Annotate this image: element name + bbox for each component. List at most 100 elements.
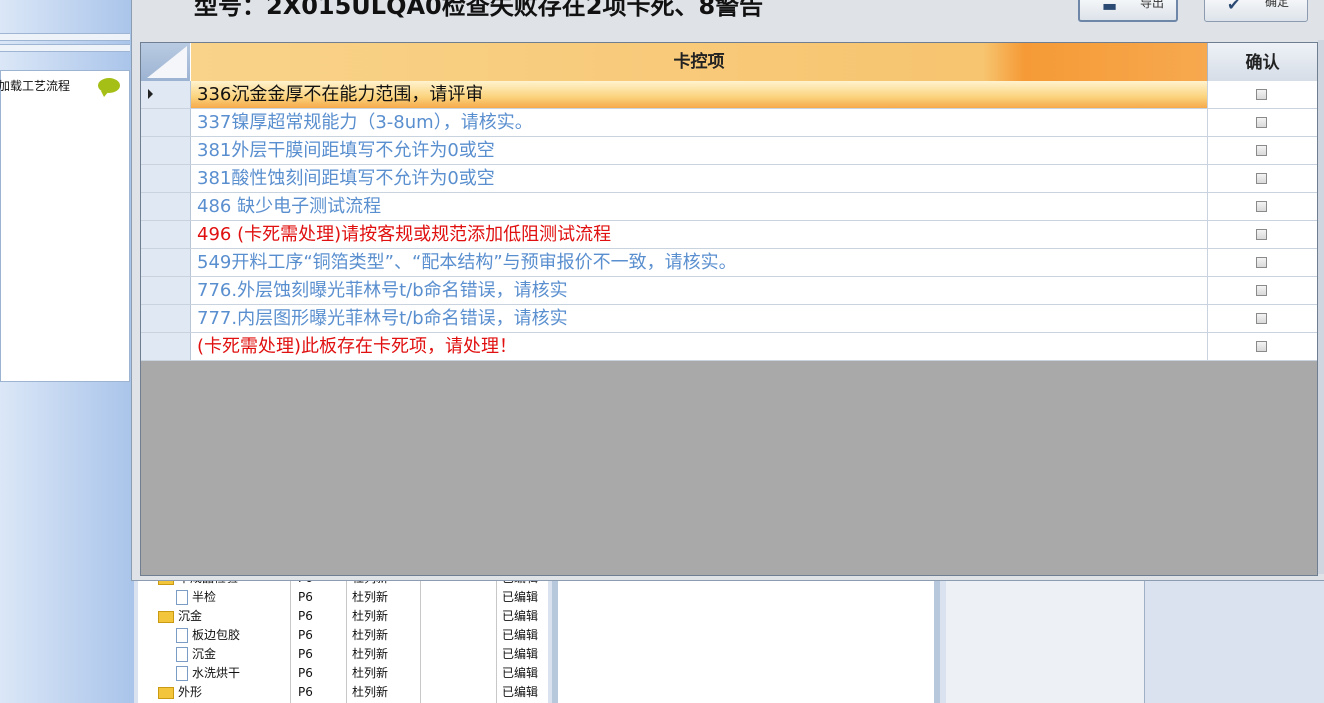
tree-row[interactable]: 水洗烘干 P6 杜列新 已编辑 [138, 664, 548, 683]
tree-status-cell: 已编辑 [502, 628, 539, 642]
confirm-cell [1207, 221, 1317, 248]
tree-node[interactable]: 水洗烘干 [176, 664, 240, 683]
check-item-text[interactable]: 549开料工序“铜箔类型”、“配本结构”与预审报价不一致，请核实。 [197, 249, 737, 276]
confirm-checkbox[interactable] [1256, 285, 1267, 296]
check-item-text[interactable]: 336沉金金厚不在能力范围，请评审 [197, 81, 483, 108]
current-row-arrow-icon [148, 89, 153, 99]
tree-code-cell: P6 [298, 685, 313, 699]
column-divider [420, 578, 421, 703]
tree-node-label: 半检 [192, 590, 217, 604]
tree-code-cell: P6 [298, 609, 313, 623]
column-divider [290, 578, 291, 703]
row-header[interactable] [141, 109, 191, 136]
document-icon [176, 647, 188, 662]
table-row[interactable]: 337镍厚超常规能力（3-8um），请核实。 [141, 109, 1317, 137]
table-row[interactable]: 381外层干膜间距填写不允许为0或空 [141, 137, 1317, 165]
table-row[interactable]: 336沉金金厚不在能力范围，请评审 [141, 81, 1317, 109]
comment-bubble-icon[interactable] [98, 78, 120, 97]
table-row[interactable]: 777.内层图形曝光菲林号t/b命名错误，请核实 [141, 305, 1317, 333]
ok-button[interactable]: ✔ 确定 [1204, 0, 1308, 22]
process-tree: 半成品检验P6杜列新已编辑半检P6杜列新已编辑沉金P6杜列新已编辑板边包胶P6杜… [138, 571, 548, 703]
check-item-text[interactable]: 486 缺少电子测试流程 [197, 193, 381, 220]
dialog-title: 型号：2X015ULQA0检查失败存在2项卡死、8警告 [194, 0, 764, 20]
row-header[interactable] [141, 81, 191, 108]
process-panel [0, 70, 130, 382]
tree-row[interactable]: 沉金 P6 杜列新 已编辑 [138, 607, 548, 626]
tree-node[interactable]: 外形 [158, 683, 202, 702]
confirm-cell [1207, 305, 1317, 332]
tree-code-cell: P6 [298, 647, 313, 661]
side-pane [946, 578, 1145, 703]
book-icon: ▬ [1102, 0, 1118, 15]
tree-row[interactable]: 沉金 P6 杜列新 已编辑 [138, 645, 548, 664]
table-row[interactable]: 486 缺少电子测试流程 [141, 193, 1317, 221]
detail-pane [552, 578, 940, 703]
tree-node[interactable]: 沉金 [158, 607, 202, 626]
row-header[interactable] [141, 193, 191, 220]
folder-icon [158, 610, 174, 623]
tree-row[interactable]: 外形 P6 杜列新 已编辑 [138, 683, 548, 702]
confirm-cell [1207, 193, 1317, 220]
tree-user-cell: 杜列新 [352, 666, 389, 680]
confirm-checkbox[interactable] [1256, 313, 1267, 324]
row-header[interactable] [141, 221, 191, 248]
confirm-checkbox[interactable] [1256, 201, 1267, 212]
export-button[interactable]: ▬ 导出 [1078, 0, 1178, 22]
row-header[interactable] [141, 137, 191, 164]
confirm-cell [1207, 137, 1317, 164]
check-item-text[interactable]: 337镍厚超常规能力（3-8um），请核实。 [197, 109, 533, 136]
confirm-checkbox[interactable] [1256, 257, 1267, 268]
tree-status-cell: 已编辑 [502, 609, 539, 623]
panel-divider [0, 33, 130, 41]
check-item-text[interactable]: 381外层干膜间距填写不允许为0或空 [197, 137, 495, 164]
row-header[interactable] [141, 165, 191, 192]
tree-user-cell: 杜列新 [352, 609, 389, 623]
tree-node-label: 板边包胶 [192, 628, 241, 642]
table-row[interactable]: 496 (卡死需处理)请按客规或规范添加低阻测试流程 [141, 221, 1317, 249]
tree-row[interactable]: 半检 P6 杜列新 已编辑 [138, 588, 548, 607]
document-icon [176, 628, 188, 643]
row-header[interactable] [141, 333, 191, 360]
tree-node[interactable]: 板边包胶 [176, 626, 240, 645]
confirm-checkbox[interactable] [1256, 341, 1267, 352]
confirm-cell [1207, 333, 1317, 360]
check-item-text[interactable]: 777.内层图形曝光菲林号t/b命名错误，请核实 [197, 305, 568, 332]
tree-user-cell: 杜列新 [352, 685, 389, 699]
table-row[interactable]: 549开料工序“铜箔类型”、“配本结构”与预审报价不一致，请核实。 [141, 249, 1317, 277]
select-all-corner[interactable] [141, 43, 191, 81]
tree-status-cell: 已编辑 [502, 666, 539, 680]
tree-user-cell: 杜列新 [352, 590, 389, 604]
tree-code-cell: P6 [298, 590, 313, 604]
check-result-dialog: 型号：2X015ULQA0检查失败存在2项卡死、8警告 ▬ 导出 ✔ 确定 卡控… [131, 0, 1324, 581]
tree-node[interactable]: 沉金 [176, 645, 216, 664]
tree-code-cell: P6 [298, 628, 313, 642]
check-item-text[interactable]: 381酸性蚀刻间距填写不允许为0或空 [197, 165, 495, 192]
confirm-cell [1207, 165, 1317, 192]
check-item-text[interactable]: (卡死需处理)此板存在卡死项，请处理！ [197, 333, 517, 360]
tree-row[interactable]: 板边包胶 P6 杜列新 已编辑 [138, 626, 548, 645]
tree-user-cell: 杜列新 [352, 647, 389, 661]
grid-rows: 336沉金金厚不在能力范围，请评审 337镍厚超常规能力（3-8um），请核实。 3… [141, 81, 1317, 361]
folder-icon [158, 686, 174, 699]
confirm-cell [1207, 81, 1317, 108]
confirm-checkbox[interactable] [1256, 117, 1267, 128]
column-header-confirm[interactable]: 确认 [1207, 43, 1317, 81]
dialog-edge [1318, 40, 1324, 574]
panel-divider [0, 44, 130, 52]
row-header[interactable] [141, 277, 191, 304]
column-header-item[interactable]: 卡控项 [191, 43, 1207, 81]
confirm-checkbox[interactable] [1256, 229, 1267, 240]
tree-status-cell: 已编辑 [502, 685, 539, 699]
table-row[interactable]: 776.外层蚀刻曝光菲林号t/b命名错误，请核实 [141, 277, 1317, 305]
row-header[interactable] [141, 249, 191, 276]
confirm-checkbox[interactable] [1256, 173, 1267, 184]
table-row[interactable]: 381酸性蚀刻间距填写不允许为0或空 [141, 165, 1317, 193]
check-item-text[interactable]: 496 (卡死需处理)请按客规或规范添加低阻测试流程 [197, 221, 611, 248]
table-row[interactable]: (卡死需处理)此板存在卡死项，请处理！ [141, 333, 1317, 361]
confirm-checkbox[interactable] [1256, 89, 1267, 100]
tree-node[interactable]: 半检 [176, 588, 216, 607]
confirm-checkbox[interactable] [1256, 145, 1267, 156]
tree-user-cell: 杜列新 [352, 628, 389, 642]
check-item-text[interactable]: 776.外层蚀刻曝光菲林号t/b命名错误，请核实 [197, 277, 568, 304]
row-header[interactable] [141, 305, 191, 332]
